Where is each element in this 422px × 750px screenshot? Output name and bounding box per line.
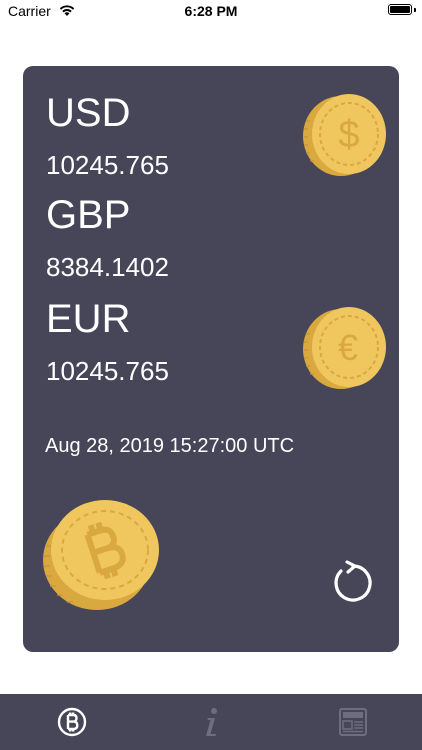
tab-info[interactable]: [191, 702, 231, 742]
bitcoin-coin-icon: [41, 496, 163, 619]
eur-code: EUR: [46, 297, 131, 341]
info-tab-icon: [206, 708, 217, 736]
svg-text:$: $: [338, 114, 359, 156]
status-bar: Carrier 6:28 PM: [0, 0, 422, 24]
rate-timestamp: Aug 28, 2019 15:27:00 UTC: [45, 435, 295, 457]
tab-news[interactable]: [333, 702, 373, 742]
battery-tip: [414, 8, 416, 12]
news-tab-icon: [339, 708, 367, 736]
gbp-code: GBP: [46, 193, 131, 237]
eur-value: 10245.765: [46, 356, 169, 386]
usd-code: USD: [46, 91, 131, 135]
battery-icon: [388, 4, 412, 15]
refresh-icon: [334, 560, 372, 602]
refresh-button[interactable]: [328, 560, 374, 606]
tab-bar: [0, 694, 422, 750]
usd-value: 10245.765: [46, 150, 169, 180]
svg-text:€: €: [338, 327, 358, 368]
bitcoin-tab-icon: [57, 707, 87, 737]
dollar-coin-icon: $: [301, 91, 389, 184]
rates-card: USD 10245.765 GBP 8384.1402 EUR 10245.76…: [23, 66, 399, 652]
gbp-value: 8384.1402: [46, 252, 169, 282]
clock: 6:28 PM: [184, 3, 238, 19]
tab-bitcoin[interactable]: [52, 702, 92, 742]
euro-coin-icon: €: [301, 304, 389, 397]
